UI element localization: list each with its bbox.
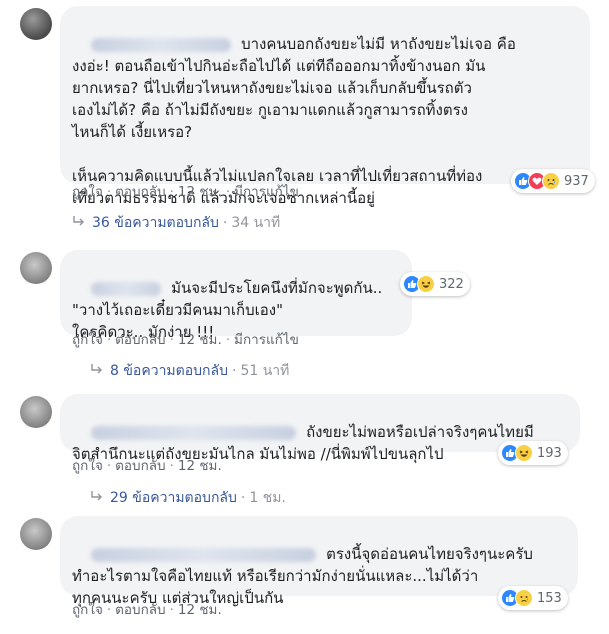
comment-actions: ถูกใจ · ตอบกลับ · 12 ชม.: [72, 602, 222, 618]
comment: บางคนบอกถังขยะไม่มี หาถังขยะไม่เจอ คือ ง…: [0, 0, 609, 235]
timestamp[interactable]: 12 ชม.: [178, 332, 222, 348]
avatar[interactable]: [20, 518, 52, 550]
sad-icon: [515, 589, 533, 607]
view-replies-link[interactable]: 29 ข้อความตอบกลับ · 1 ชม.: [90, 487, 286, 509]
like-link[interactable]: ถูกใจ: [72, 602, 103, 618]
comment-actions: ถูกใจ · ตอบกลับ · 12 ชม. · มีการแก้ไข: [72, 332, 299, 348]
reply-arrow-icon: [90, 363, 104, 379]
like-link[interactable]: ถูกใจ: [72, 184, 103, 200]
timestamp[interactable]: 12 ชม.: [178, 602, 222, 618]
avatar[interactable]: [20, 8, 52, 40]
replies-count[interactable]: 8 ข้อความตอบกลับ: [110, 360, 228, 382]
haha-icon: [515, 444, 533, 462]
reaction-summary[interactable]: 937: [511, 169, 595, 193]
sad-icon: [542, 172, 560, 190]
replies-time: 1 ชม.: [249, 490, 286, 506]
reaction-summary[interactable]: 193: [498, 441, 568, 465]
comment-actions: ถูกใจ · ตอบกลับ · 12 ชม. · มีการแก้ไข: [72, 184, 299, 200]
replies-time: 34 นาที: [231, 215, 281, 231]
like-link[interactable]: ถูกใจ: [72, 332, 103, 348]
reply-arrow-icon: [72, 215, 86, 231]
timestamp[interactable]: 12 ชม.: [178, 458, 222, 474]
avatar[interactable]: [20, 252, 52, 284]
haha-icon: [417, 275, 435, 293]
edited-label[interactable]: มีการแก้ไข: [234, 332, 299, 348]
reply-link[interactable]: ตอบกลับ: [115, 602, 165, 618]
replies-count[interactable]: 29 ข้อความตอบกลับ: [110, 487, 237, 509]
commenter-name[interactable]: [91, 37, 232, 52]
reply-link[interactable]: ตอบกลับ: [115, 332, 165, 348]
reaction-count: 193: [537, 445, 562, 461]
comment: มันจะมีประโยคนึงที่มักจะพูดกัน.. "วางไว้…: [0, 240, 609, 390]
comment: ตรงนี้จุดอ่อนคนไทยจริงๆนะครับ ทำอะไรตามใ…: [0, 512, 609, 634]
reaction-count: 322: [439, 276, 464, 292]
timestamp[interactable]: 12 ชม.: [178, 184, 222, 200]
reaction-summary[interactable]: 322: [400, 272, 470, 296]
commenter-name[interactable]: [91, 547, 317, 562]
commenter-name[interactable]: [91, 281, 162, 296]
reply-link[interactable]: ตอบกลับ: [115, 458, 165, 474]
view-replies-link[interactable]: 8 ข้อความตอบกลับ · 51 นาที: [90, 360, 289, 382]
edited-label[interactable]: มีการแก้ไข: [234, 184, 299, 200]
commenter-name[interactable]: [91, 425, 297, 440]
avatar[interactable]: [20, 396, 52, 428]
replies-count[interactable]: 36 ข้อความตอบกลับ: [92, 212, 219, 234]
view-replies-link[interactable]: 36 ข้อความตอบกลับ · 34 นาที: [72, 212, 280, 234]
reply-arrow-icon: [90, 490, 104, 506]
like-link[interactable]: ถูกใจ: [72, 458, 103, 474]
reaction-count: 937: [564, 173, 589, 189]
comment-actions: ถูกใจ · ตอบกลับ · 12 ชม.: [72, 458, 222, 474]
replies-time: 51 นาที: [240, 363, 290, 379]
comment: ถังขยะไม่พอหรือเปล่าจริงๆคนไทยมี จิตสำนึ…: [0, 392, 609, 507]
reply-link[interactable]: ตอบกลับ: [115, 184, 165, 200]
reaction-count: 153: [537, 590, 562, 606]
reaction-summary[interactable]: 153: [498, 586, 568, 610]
